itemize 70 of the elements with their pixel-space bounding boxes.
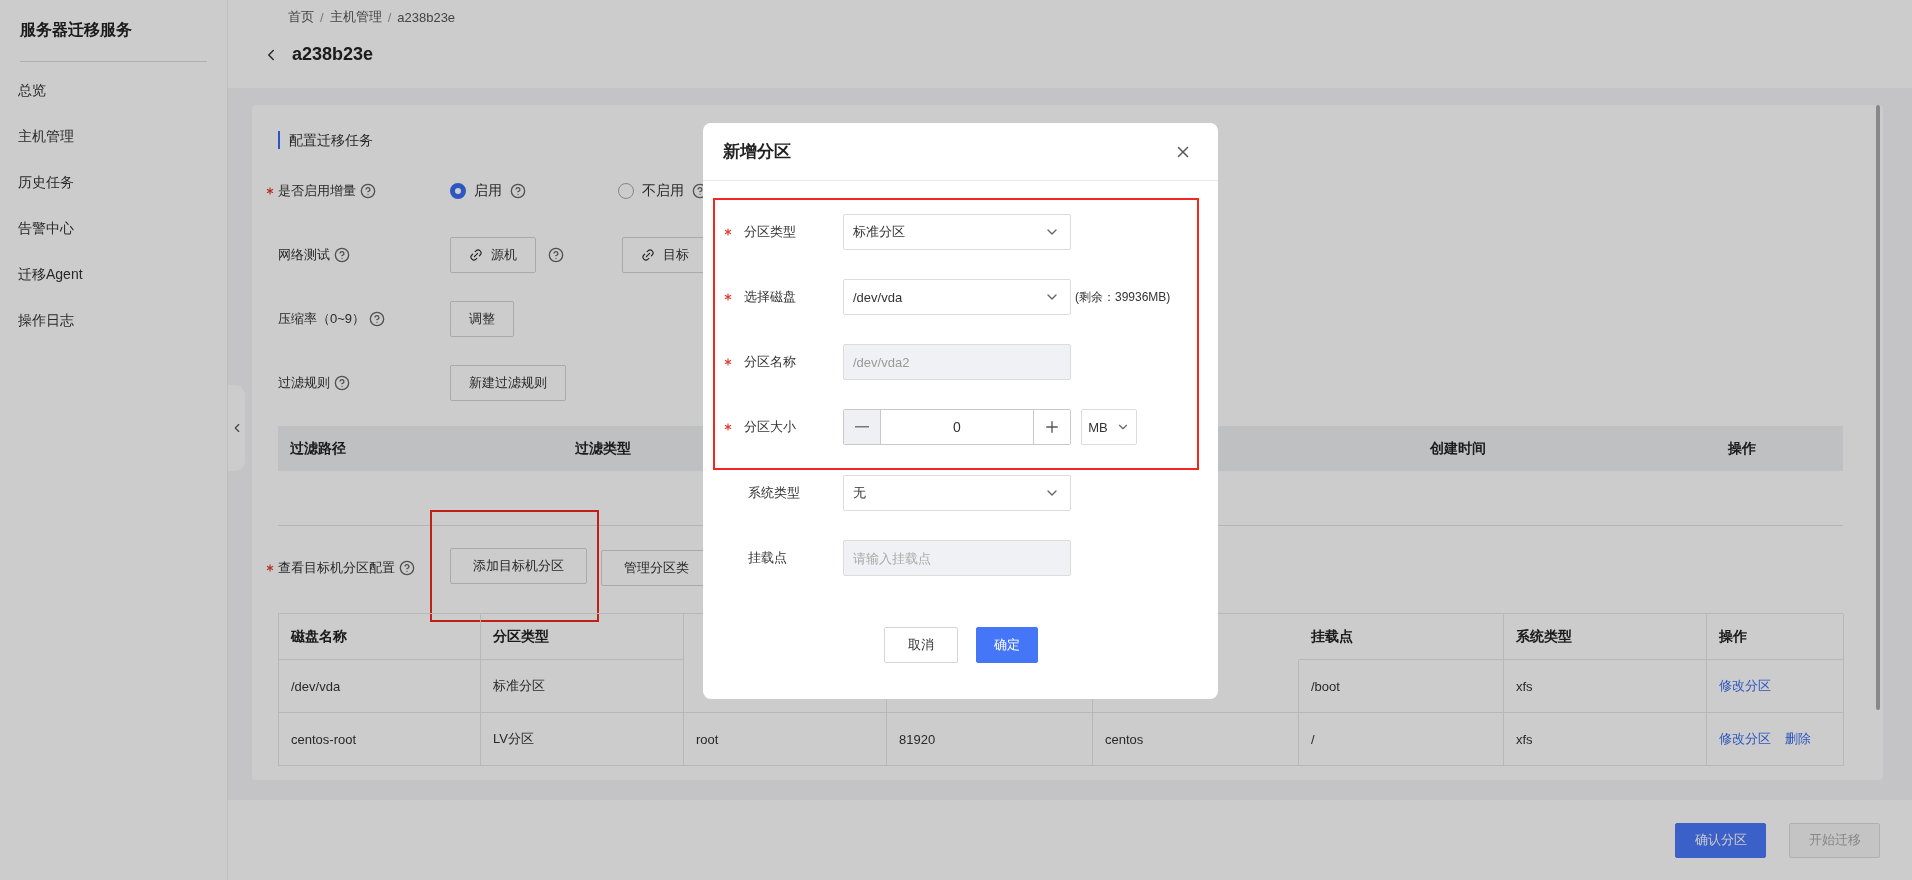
table-cell: xfs	[1504, 660, 1707, 713]
table-cell: /dev/vda	[279, 660, 481, 713]
action-link[interactable]: 删除	[1785, 730, 1811, 748]
footer-button[interactable]: 确认分区	[1675, 822, 1766, 858]
field-label: 选择磁盘	[744, 288, 796, 306]
column-header: 磁盘名称	[279, 614, 481, 660]
action-link[interactable]: 修改分区	[1719, 677, 1771, 695]
help-icon[interactable]	[510, 183, 526, 199]
field-label: 分区大小	[744, 418, 796, 436]
table-cell: 标准分区	[481, 660, 684, 713]
sidebar-item[interactable]: 总览	[18, 68, 207, 114]
table-cell: /boot	[1299, 660, 1504, 713]
table-cell: centos	[1093, 713, 1299, 766]
confirm-button[interactable]: 确定	[975, 627, 1038, 663]
sidebar-item[interactable]: 告警中心	[18, 206, 207, 252]
help-icon[interactable]	[334, 247, 350, 263]
app-title: 服务器迁移服务	[20, 0, 207, 62]
breadcrumb-separator: /	[387, 9, 392, 25]
column-header: 创建时间	[1429, 439, 1487, 458]
help-icon[interactable]	[360, 183, 376, 199]
scrollbar[interactable]	[1876, 105, 1880, 710]
help-icon[interactable]	[399, 560, 415, 576]
cancel-button[interactable]: 取消	[883, 627, 958, 663]
table-cell: 81920	[887, 713, 1093, 766]
column-header: 分区类型	[481, 614, 684, 660]
radio-button[interactable]	[450, 183, 466, 199]
breadcrumb-separator: /	[320, 9, 324, 25]
field-label: 网络测试	[278, 246, 330, 264]
action-button[interactable]: 新建过滤规则	[450, 365, 566, 401]
collapse-handle[interactable]	[228, 385, 245, 471]
help-icon[interactable]	[548, 247, 564, 263]
help-icon[interactable]	[334, 375, 350, 391]
table-cell: root	[684, 713, 887, 766]
action-button[interactable]: 调整	[450, 301, 514, 337]
sidebar-item[interactable]: 主机管理	[18, 114, 207, 160]
column-header: 过滤类型	[574, 439, 632, 458]
field-label: 压缩率（0~9）	[278, 310, 366, 328]
column-header: 过滤路径	[289, 439, 347, 458]
field-label: 查看目标机分区配置	[278, 559, 395, 577]
table-cell: /	[1299, 713, 1504, 766]
field-label: 挂载点	[748, 549, 787, 567]
table-cell: LV分区	[481, 713, 684, 766]
radio-label: 启用	[474, 182, 502, 200]
sidebar-item[interactable]: 操作日志	[18, 298, 207, 344]
table-cell: xfs	[1504, 713, 1707, 766]
column-header: 操作	[1707, 614, 1844, 660]
field-label: 过滤规则	[278, 374, 330, 392]
breadcrumb-link[interactable]: 主机管理	[329, 8, 382, 26]
breadcrumb-link[interactable]: a238b23e	[397, 9, 456, 25]
field-label: 分区名称	[744, 353, 796, 371]
sidebar-item[interactable]: 历史任务	[18, 160, 207, 206]
radio-button[interactable]	[618, 183, 634, 199]
page-title: a238b23e	[292, 44, 374, 65]
column-header: 操作	[1727, 439, 1757, 458]
radio-label: 不启用	[642, 182, 684, 200]
help-icon[interactable]	[369, 311, 386, 327]
minus-icon	[855, 426, 869, 428]
plus-icon	[1043, 418, 1061, 436]
link-button[interactable]: 源机	[450, 237, 536, 273]
action-link[interactable]: 修改分区	[1719, 730, 1771, 748]
table-cell: centos-root	[279, 713, 481, 766]
remaining-note: (剩余：39936MB)	[1075, 288, 1171, 306]
sidebar-item[interactable]: 迁移Agent	[18, 252, 207, 298]
field-label: 是否启用增量	[278, 182, 356, 200]
action-button[interactable]: 添加目标机分区	[450, 547, 587, 584]
column-header: 系统类型	[1504, 614, 1707, 660]
field-label: 分区类型	[744, 223, 796, 241]
column-header: 挂载点	[1299, 614, 1504, 660]
field-label: 系统类型	[748, 484, 800, 502]
breadcrumb-link[interactable]: 首页	[288, 8, 314, 26]
